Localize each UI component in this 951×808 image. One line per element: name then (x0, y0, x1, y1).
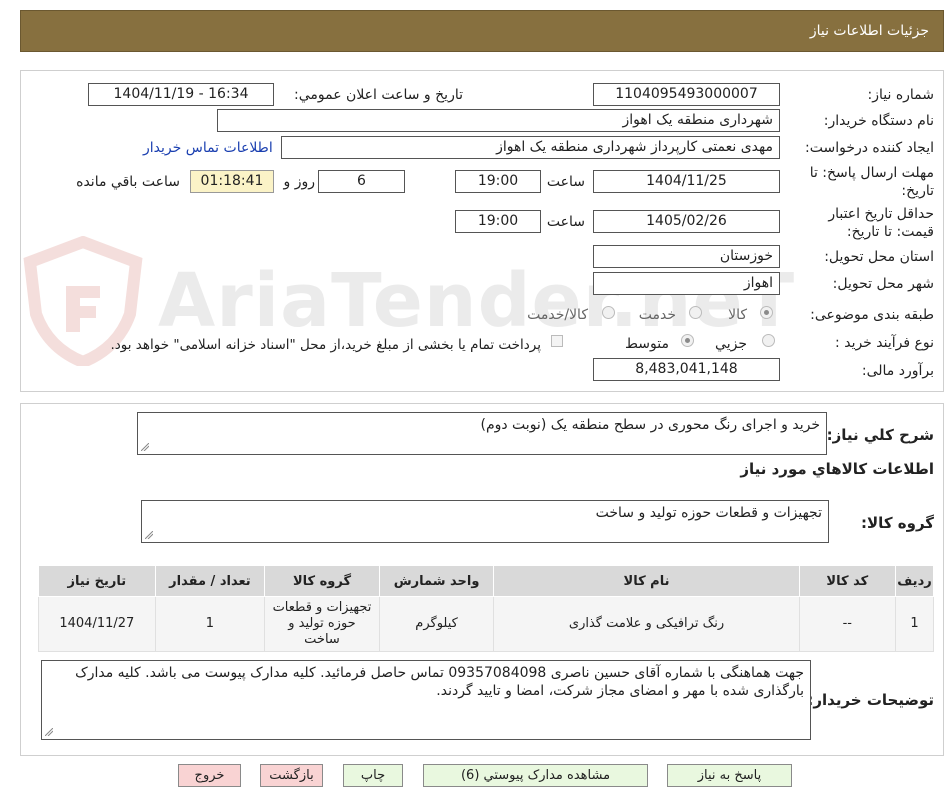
category-radio-goods[interactable] (760, 306, 773, 319)
goods-group-text: تجهیزات و قطعات حوزه تولید و ساخت (595, 505, 822, 521)
category-radio-service[interactable] (689, 306, 702, 319)
col-row: رديف (894, 565, 935, 597)
category-label: طبقه بندی موضوعی: (810, 307, 934, 323)
buyer-notes-textarea[interactable]: جهت هماهنگی با شماره آقای حسین ناصری 093… (41, 660, 811, 740)
province-field: خوزستان (593, 245, 780, 268)
col-code: کد کالا (798, 565, 896, 597)
validity-time-label: ساعت (546, 214, 585, 230)
buyer-notes-text: جهت هماهنگی با شماره آقای حسین ناصری 093… (75, 665, 804, 699)
remaining-time-field: 01:18:41 (190, 170, 274, 193)
process-label: نوع فرآيند خريد : (835, 335, 934, 351)
buyer-contact-link[interactable]: اطلاعات تماس خريدار (143, 140, 273, 156)
resize-grip-icon[interactable] (45, 728, 53, 736)
exit-button[interactable]: خروج (178, 764, 241, 787)
page-title: جزئیات اطلاعات نیاز (809, 23, 929, 39)
city-field: اهواز (593, 272, 780, 295)
col-name: نام کالا (493, 565, 800, 597)
resize-grip-icon[interactable] (141, 443, 149, 451)
page-header: جزئیات اطلاعات نیاز (20, 10, 944, 52)
remaining-label: ساعت باقي مانده (76, 174, 180, 190)
table-row: 1 -- رنگ ترافیکی و علامت گذاری کیلوگرم ت… (38, 596, 935, 652)
goods-group-label: گروه کالا: (861, 514, 934, 532)
validity-label-line1: حداقل تاريخ اعتبار (828, 206, 934, 222)
summary-text: خرید و اجرای رنگ محوری در سطح منطقه یک (… (480, 417, 820, 433)
announce-label: تاریخ و ساعت اعلان عمومي: (294, 87, 463, 103)
treasury-payment-checkbox[interactable] (551, 335, 563, 347)
print-button[interactable]: چاپ (343, 764, 403, 787)
cell-row: 1 (894, 596, 935, 652)
summary-label: شرح کلي نياز: (826, 426, 934, 444)
category-radio-goods-service[interactable] (602, 306, 615, 319)
col-need-date: تاريخ نياز (38, 565, 156, 597)
goods-group-textarea[interactable]: تجهیزات و قطعات حوزه تولید و ساخت (141, 500, 829, 543)
cell-group: تجهیزات و قطعات حوزه تولید و ساخت (264, 596, 380, 652)
process-option-medium: متوسط (625, 336, 669, 352)
need-number-field: 1104095493000007 (593, 83, 780, 106)
buyer-org-label: نام دستگاه خريدار: (823, 113, 934, 129)
announce-field: 1404/11/19 - 16:34 (88, 83, 274, 106)
deadline-time-label: ساعت (546, 174, 585, 190)
watermark-text: AriaTender.neT (158, 258, 796, 344)
buyer-org-field: شهرداری منطقه یک اهواز (217, 109, 780, 132)
creator-field: مهدی نعمتی کارپرداز شهرداری منطقه یک اهو… (281, 136, 780, 159)
deadline-label-line2: تاريخ: (901, 183, 934, 199)
col-quantity: تعداد / مقدار (154, 565, 266, 597)
summary-textarea[interactable]: خرید و اجرای رنگ محوری در سطح منطقه یک (… (137, 412, 827, 455)
resize-grip-icon[interactable] (145, 531, 153, 539)
need-number-label: شماره نیاز: (867, 87, 935, 103)
buyer-notes-label: توضيحات خريدار: (807, 691, 934, 709)
cell-name: رنگ ترافیکی و علامت گذاری (493, 596, 800, 652)
province-label: استان محل تحويل: (824, 249, 934, 265)
validity-time-field: 19:00 (455, 210, 541, 233)
category-option-service: خدمت (638, 307, 676, 323)
goods-table: رديف کد کالا نام کالا واحد شمارش گروه کا… (38, 565, 935, 652)
validity-label-line2: قيمت: تا تاريخ: (846, 224, 934, 240)
col-unit: واحد شمارش (378, 565, 495, 597)
process-option-minor: جزيي (715, 336, 747, 352)
process-radio-minor[interactable] (762, 334, 775, 347)
deadline-label-line1: مهلت ارسال پاسخ: تا (809, 165, 934, 181)
city-label: شهر محل تحويل: (832, 276, 934, 292)
goods-table-header: رديف کد کالا نام کالا واحد شمارش گروه کا… (38, 565, 935, 597)
col-group: گروه کالا (264, 565, 380, 597)
validity-date-field: 1405/02/26 (593, 210, 780, 233)
deadline-date-field: 1404/11/25 (593, 170, 780, 193)
view-attachments-button[interactable]: مشاهده مدارک پيوستي (6) (423, 764, 648, 787)
cell-quantity: 1 (154, 596, 266, 652)
reply-button[interactable]: پاسخ به نياز (667, 764, 792, 787)
category-option-goods: کالا (728, 307, 747, 323)
deadline-time-field: 19:00 (455, 170, 541, 193)
budget-field: 8,483,041,148 (593, 358, 780, 381)
cell-need-date: 1404/11/27 (38, 596, 156, 652)
treasury-payment-note: پرداخت تمام یا بخشی از مبلغ خرید،از محل … (110, 337, 541, 353)
cell-unit: کیلوگرم (378, 596, 495, 652)
goods-info-title: اطلاعات کالاهاي مورد نياز (740, 460, 934, 478)
category-option-goods-service: کالا/خدمت (527, 307, 588, 323)
back-button[interactable]: بازگشت (260, 764, 323, 787)
process-radio-medium[interactable] (681, 334, 694, 347)
creator-label: ايجاد کننده درخواست: (805, 140, 934, 156)
days-remaining-field: 6 (318, 170, 405, 193)
days-label: روز و (283, 174, 316, 190)
cell-code: -- (798, 596, 896, 652)
budget-label: برآورد مالی: (861, 363, 934, 379)
